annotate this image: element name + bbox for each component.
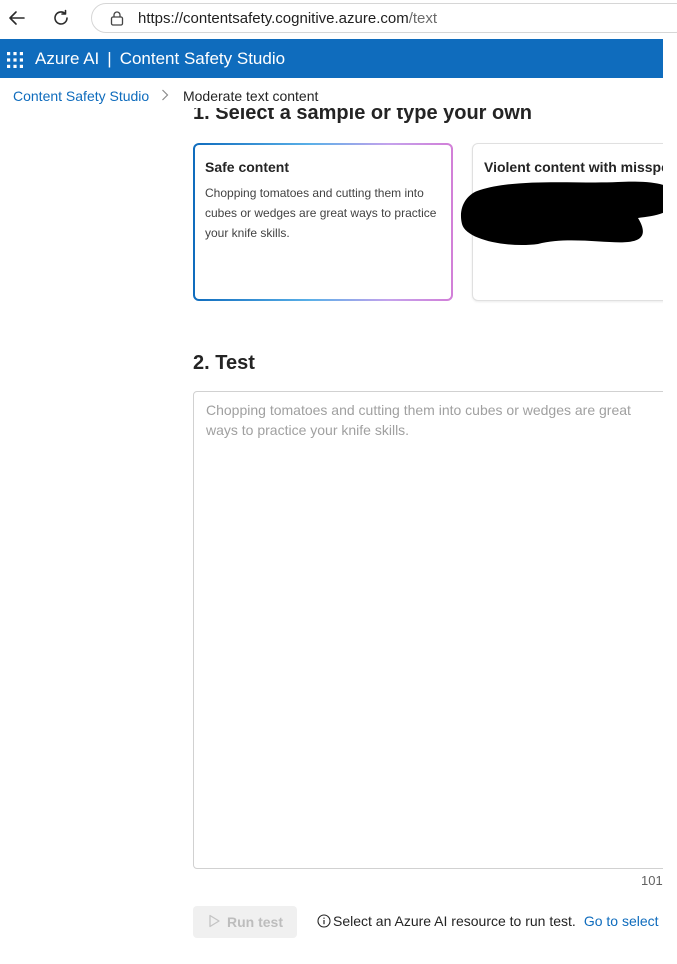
sample-card-title: Violent content with misspel	[484, 159, 663, 175]
app-title[interactable]: Azure AI | Content Safety Studio	[35, 49, 285, 69]
lock-icon[interactable]	[110, 10, 124, 31]
refresh-icon[interactable]	[49, 6, 73, 30]
play-icon	[207, 914, 221, 931]
character-count: 101	[641, 873, 663, 888]
browser-toolbar: https://contentsafety.cognitive.azure.co…	[0, 0, 677, 37]
url-path: /text	[408, 10, 438, 27]
app-header: Azure AI | Content Safety Studio	[0, 39, 663, 78]
info-icon	[317, 914, 331, 928]
sample-card-safe-content[interactable]: Safe content Chopping tomatoes and cutti…	[193, 143, 453, 301]
test-text-input[interactable]	[193, 391, 663, 869]
go-to-select-link[interactable]: Go to select	[584, 913, 659, 929]
brand-separator: |	[107, 49, 112, 68]
brand-name: Azure AI	[35, 49, 100, 68]
info-text: Select an Azure AI resource to run test.	[333, 913, 576, 929]
redaction-mark	[461, 181, 663, 245]
back-arrow-icon[interactable]	[5, 6, 29, 30]
sample-card-title: Safe content	[205, 159, 290, 175]
run-test-button[interactable]: Run test	[193, 906, 297, 938]
url-host: https://contentsafety.cognitive.azure.co…	[138, 10, 409, 27]
section-test-title: 2. Test	[193, 352, 255, 374]
chevron-right-icon	[161, 88, 169, 104]
product-name: Content Safety Studio	[119, 49, 286, 68]
breadcrumb-root-link[interactable]: Content Safety Studio	[13, 88, 149, 104]
main-content: 1. Select a sample or type your own Safe…	[0, 108, 663, 964]
address-bar[interactable]: https://contentsafety.cognitive.azure.co…	[91, 3, 677, 33]
run-test-label: Run test	[227, 914, 283, 930]
section-select-sample-title: 1. Select a sample or type your own	[193, 108, 533, 124]
url-text: https://contentsafety.cognitive.azure.co…	[138, 10, 437, 27]
resource-info-message: Select an Azure AI resource to run test.…	[317, 913, 659, 929]
sample-card-body: Chopping tomatoes and cutting them into …	[205, 186, 437, 240]
breadcrumb: Content Safety Studio Moderate text cont…	[13, 88, 318, 104]
app-launcher-icon[interactable]	[7, 52, 23, 73]
breadcrumb-current: Moderate text content	[182, 88, 319, 104]
